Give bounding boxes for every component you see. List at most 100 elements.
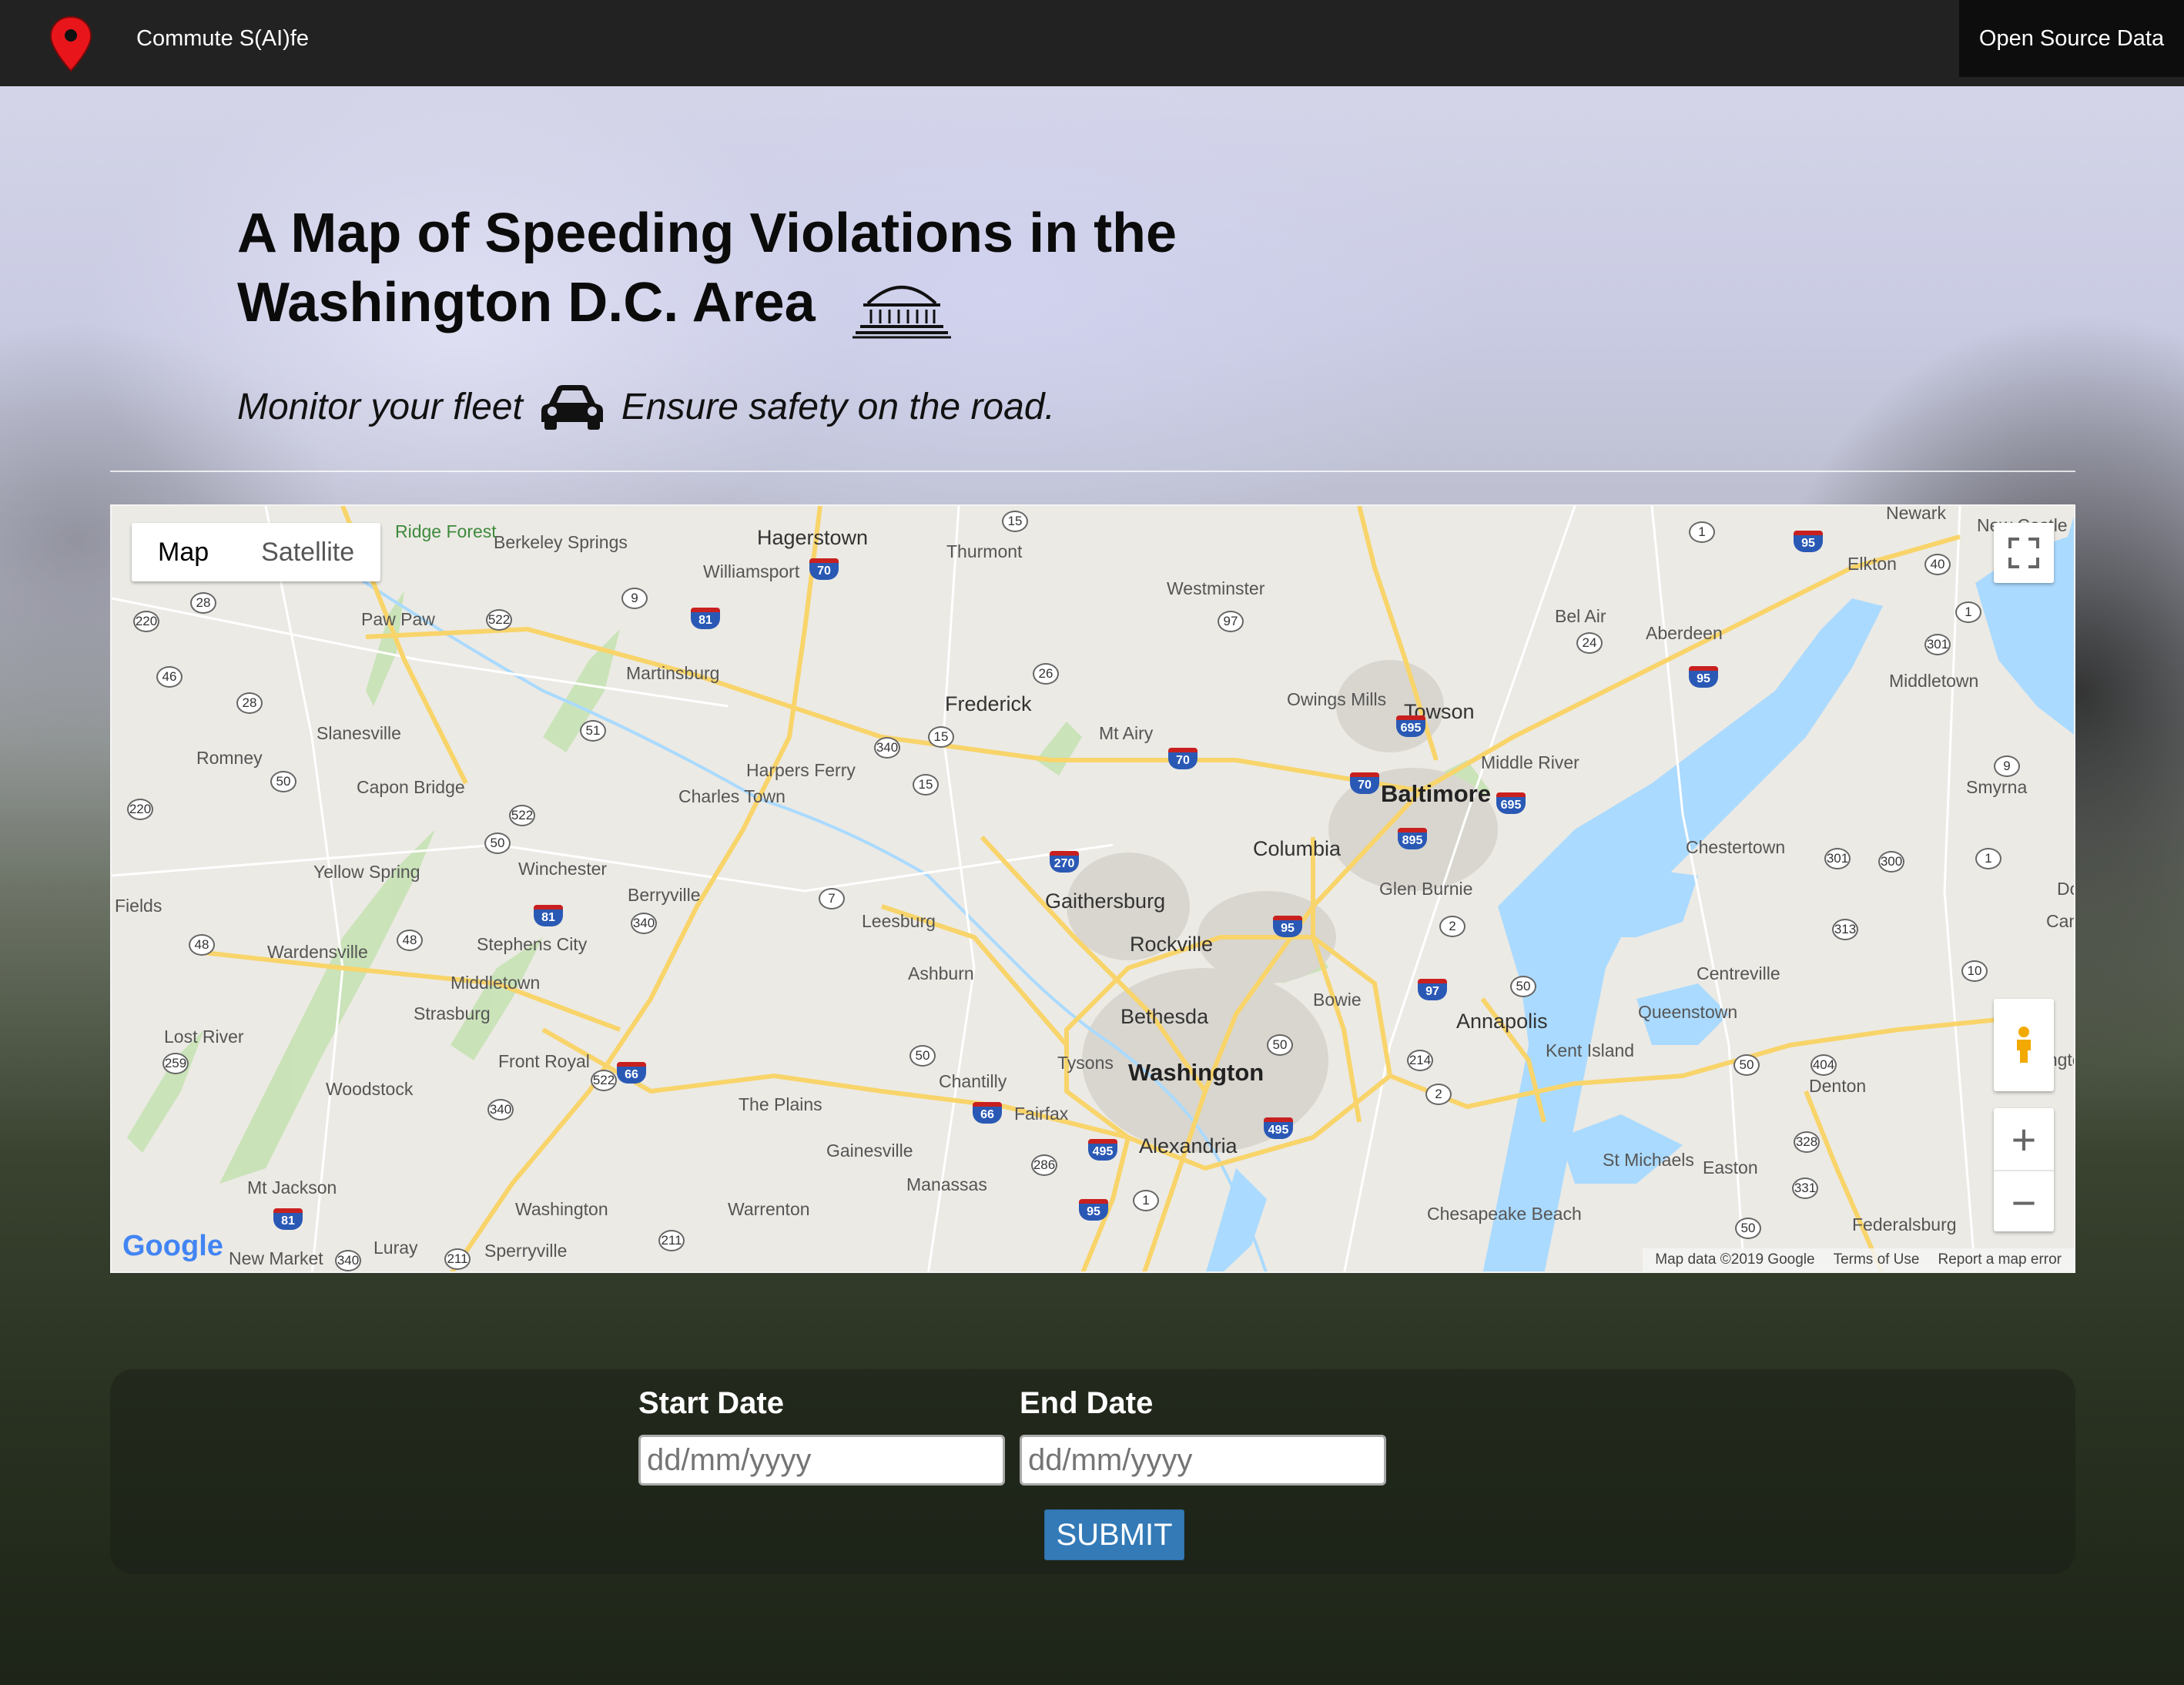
map-label: Newark: [1886, 504, 1946, 523]
map-label: Woodstock: [326, 1079, 414, 1099]
map-attribution: Map data ©2019 Google Terms of Use Repor…: [1643, 1248, 2074, 1271]
route-shield: 2: [1439, 916, 1465, 937]
route-shield: 522: [509, 805, 535, 826]
hero-subtitle: Monitor your fleet Ensure safety on the …: [237, 382, 1055, 431]
zoom-in-button[interactable]: +: [1994, 1108, 2054, 1171]
google-logo[interactable]: Google: [122, 1230, 223, 1263]
route-shield: 1: [1689, 521, 1715, 543]
map-label: Aberdeen: [1646, 623, 1723, 643]
car-icon: [541, 385, 603, 430]
map-label: Paw Paw: [361, 609, 435, 629]
route-shield: 522: [591, 1070, 617, 1091]
map-label: Lost River: [164, 1027, 244, 1047]
zoom-out-button[interactable]: −: [1994, 1171, 2054, 1233]
terms-of-use-link[interactable]: Terms of Use: [1834, 1251, 1920, 1268]
open-source-data-link[interactable]: Open Source Data: [1959, 0, 2184, 77]
title-line-1: A Map of Speeding Violations in the: [237, 203, 1177, 264]
map-label: Easton: [1703, 1157, 1758, 1177]
map-label: Owings Mills: [1287, 689, 1387, 709]
route-shield: 340: [874, 737, 900, 759]
route-shield: 50: [1735, 1218, 1761, 1239]
map-label: Middle River: [1481, 752, 1579, 772]
map-label: The Plains: [739, 1094, 822, 1114]
route-shield: 301: [1824, 848, 1851, 869]
title-line-2: Washington D.C. Area: [237, 272, 816, 333]
map-label: Hagerstown: [757, 526, 869, 549]
route-shield: 50: [484, 832, 511, 854]
google-map[interactable]: Washington Baltimore Hagerstown Frederic…: [110, 504, 2075, 1273]
interstate-shield: 895: [1398, 828, 1427, 849]
map-label: Middletown: [1889, 671, 1979, 691]
map-label: Warrenton: [728, 1199, 810, 1219]
route-shield: 48: [397, 930, 423, 951]
map-label: Rockville: [1130, 933, 1214, 956]
brand-link[interactable]: Commute S(AI)fe: [136, 26, 309, 52]
street-view-pegman[interactable]: [1994, 999, 2054, 1091]
map-label: Charles Town: [678, 786, 786, 806]
map-label: Harpers Ferry: [746, 760, 856, 780]
map-label: Capon Bridge: [357, 777, 465, 797]
map-label: Ashburn: [908, 963, 974, 983]
interstate-shield: 66: [973, 1102, 1002, 1124]
map-label: Winchester: [518, 859, 608, 879]
route-shield: 7: [819, 888, 845, 909]
map-label: Fields: [115, 896, 162, 916]
navbar: Commute S(AI)fe Open Source Data: [0, 0, 2184, 86]
map-label: Berryville: [628, 885, 701, 905]
map-label: Yellow Spring: [313, 862, 420, 882]
interstate-shield: 695: [1396, 715, 1425, 737]
route-shield: 26: [1033, 663, 1059, 685]
report-map-error-link[interactable]: Report a map error: [1938, 1251, 2062, 1268]
interstate-shield: 66: [617, 1062, 646, 1084]
route-shield: 313: [1832, 919, 1858, 940]
submit-button[interactable]: SUBMIT: [1044, 1509, 1184, 1560]
map-label: Elkton: [1847, 554, 1897, 574]
route-shield: 340: [487, 1099, 514, 1121]
interstate-shield: 70: [809, 558, 839, 580]
map-label: Smyrna: [1966, 777, 2028, 797]
start-date-input[interactable]: [638, 1435, 1005, 1486]
map-type-satellite-button[interactable]: Satellite: [235, 523, 380, 581]
map-label: Federalsburg: [1852, 1214, 1957, 1234]
interstate-shield: 95: [1689, 666, 1718, 688]
route-shield: 2: [1425, 1084, 1452, 1105]
google-logo-text: Google: [122, 1230, 223, 1262]
fullscreen-button[interactable]: [1994, 523, 2054, 583]
route-shield: 522: [486, 609, 512, 631]
route-shield: 97: [1218, 611, 1244, 632]
route-shield: 220: [133, 611, 159, 632]
map-label: Manassas: [906, 1174, 987, 1194]
map-data-credit: Map data ©2019 Google: [1655, 1251, 1815, 1268]
map-label: Annapolis: [1456, 1010, 1548, 1033]
route-shield: 214: [1407, 1050, 1433, 1071]
subtitle-right: Ensure safety on the road.: [621, 386, 1055, 427]
map-label: Mt Jackson: [247, 1177, 337, 1198]
map-label: St Michaels: [1603, 1150, 1694, 1170]
map-label: Bel Air: [1555, 606, 1606, 626]
interstate-shield: 695: [1496, 792, 1526, 814]
route-shield: 404: [1811, 1054, 1837, 1076]
route-shield: 50: [909, 1045, 936, 1067]
map-label: Wardensville: [267, 942, 368, 962]
map-label: Washington: [515, 1199, 608, 1219]
map-label: Slanesville: [317, 723, 401, 743]
map-type-map-button[interactable]: Map: [132, 523, 235, 581]
interstate-shield: 495: [1264, 1117, 1293, 1139]
subtitle-left: Monitor your fleet: [237, 386, 523, 427]
map-label: Frederick: [945, 692, 1032, 715]
map-pin-icon[interactable]: [48, 15, 94, 72]
route-shield: 15: [928, 726, 954, 748]
map-label: Chantilly: [939, 1071, 1007, 1091]
end-date-input[interactable]: [1020, 1435, 1386, 1486]
route-shield: 48: [189, 934, 215, 956]
interstate-shield: 70: [1350, 772, 1379, 794]
interstate-shield: 270: [1050, 851, 1079, 873]
route-shield: 300: [1878, 851, 1904, 873]
map-label-washington: Washington: [1128, 1059, 1265, 1086]
map-label: Leesburg: [862, 911, 936, 931]
route-shield: 340: [335, 1250, 361, 1271]
map-label: Tysons: [1057, 1053, 1114, 1073]
map-label: Columbia: [1253, 837, 1342, 860]
map-label: Romney: [196, 748, 263, 768]
interstate-shield: 95: [1794, 531, 1823, 552]
